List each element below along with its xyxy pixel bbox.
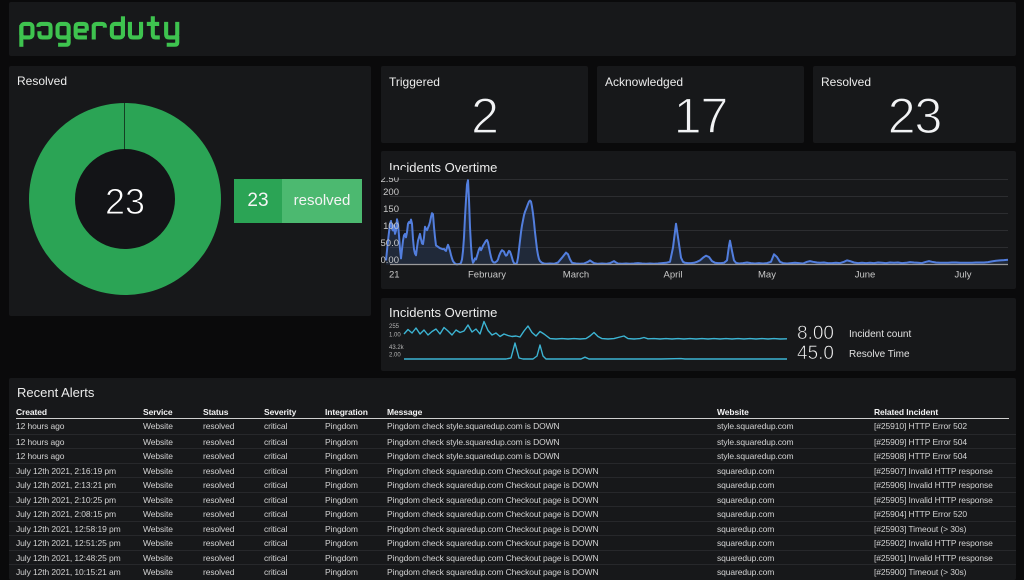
svg-text:100: 100 — [383, 221, 399, 232]
svg-text:21: 21 — [389, 270, 400, 281]
svg-text:50.0: 50.0 — [381, 238, 399, 249]
svg-text:200: 200 — [383, 187, 399, 198]
svg-text:43.2k: 43.2k — [389, 345, 405, 351]
svg-text:255: 255 — [389, 324, 400, 330]
svg-text:April: April — [663, 270, 682, 281]
svg-text:May: May — [758, 270, 776, 281]
svg-text:1.00: 1.00 — [389, 333, 401, 339]
svg-text:2.00: 2.00 — [389, 353, 401, 359]
svg-text:February: February — [468, 270, 506, 281]
svg-text:July: July — [955, 270, 972, 281]
svg-text:June: June — [855, 270, 876, 281]
svg-text:150: 150 — [383, 204, 399, 215]
svg-text:March: March — [563, 270, 589, 281]
svg-text:0.00: 0.00 — [381, 255, 399, 266]
